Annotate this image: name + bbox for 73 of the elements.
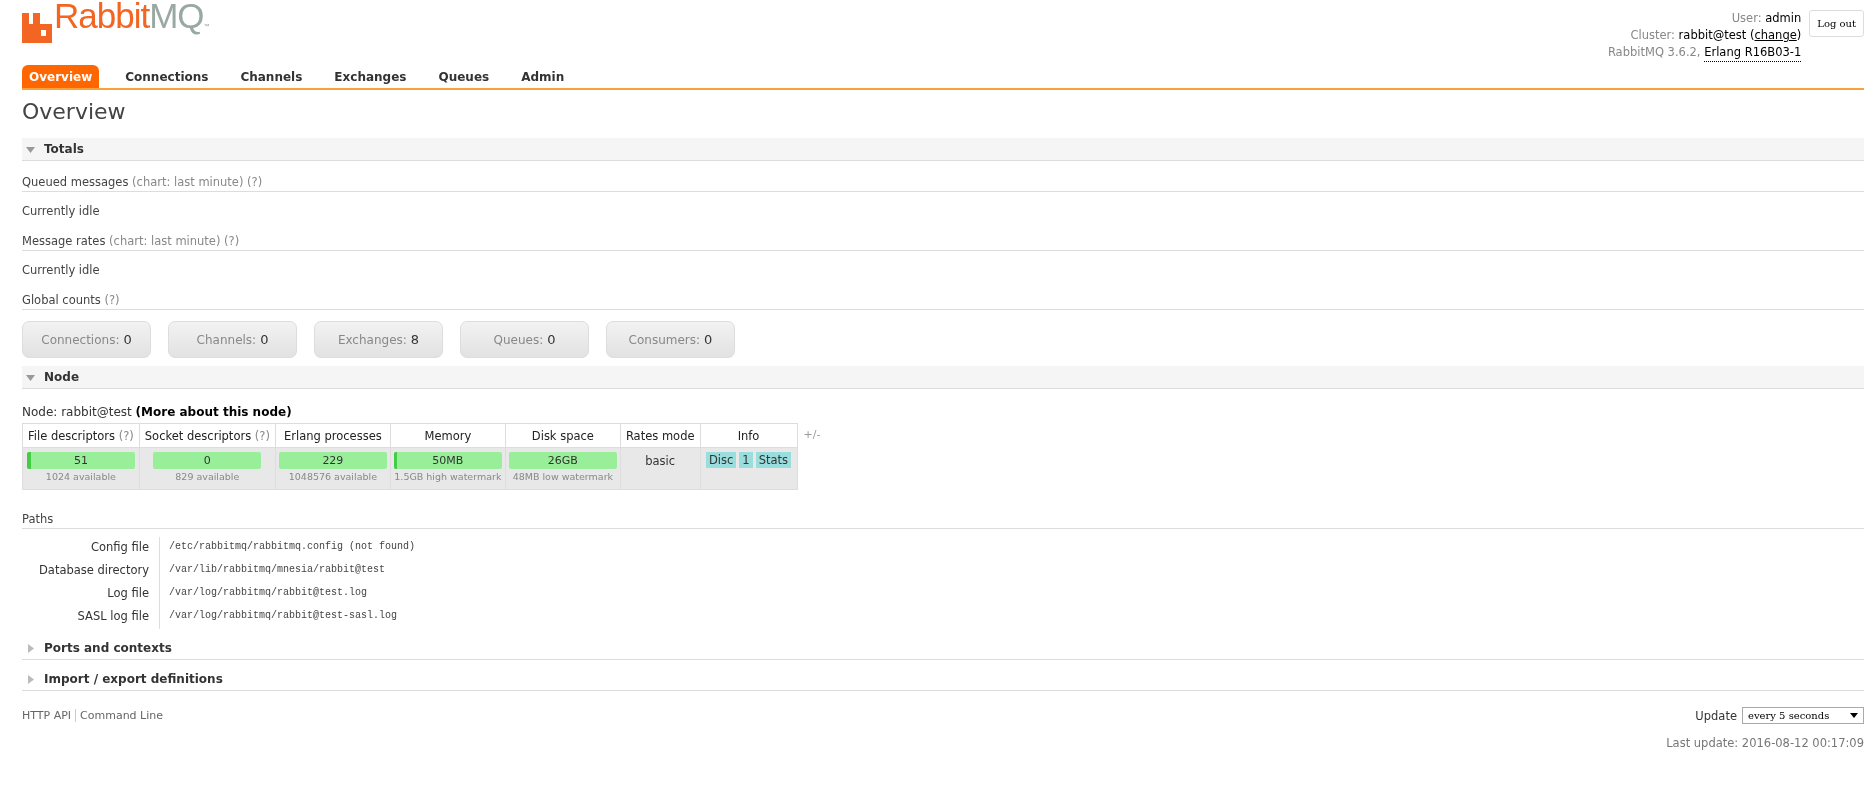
subsection-title: Paths xyxy=(22,498,1864,529)
column-header: Erlang processes xyxy=(275,423,391,448)
dropdown-icon xyxy=(1850,713,1858,718)
footer-link[interactable]: Command Line xyxy=(75,709,168,722)
section-header[interactable]: Ports and contexts xyxy=(22,637,1864,660)
expand-icon xyxy=(26,643,35,653)
meter-caption: 829 available xyxy=(174,471,241,482)
nav-tab[interactable]: Admin xyxy=(515,65,571,88)
user-info: User: admin xyxy=(1730,10,1802,27)
cluster-info: Cluster: rabbit@test ( xyxy=(1630,27,1755,44)
subsection-title: Global counts xyxy=(22,293,101,307)
subsection-title: Message rates (chart: last minute) xyxy=(22,234,221,248)
usage-bar: 0 xyxy=(153,452,262,469)
count-tile[interactable]: Consumers: 0 xyxy=(606,321,735,358)
info-tag: Stats xyxy=(755,452,792,468)
update-select[interactable]: every 5 seconds xyxy=(1742,707,1864,724)
column-header: Memory xyxy=(390,423,506,448)
nav-tab[interactable]: Exchanges xyxy=(328,65,413,88)
count-tile[interactable]: Queues: 0 xyxy=(460,321,589,358)
meter-caption: 1024 available xyxy=(44,471,117,482)
usage-bar: 51 xyxy=(26,452,135,469)
node-details-link[interactable]: (More about this node) xyxy=(135,405,292,419)
path-value: /etc/rabbitmq/rabbitmq.config (not found) xyxy=(168,540,417,554)
help-link[interactable]: (?) xyxy=(247,175,263,189)
path-value: /var/lib/rabbitmq/mnesia/rabbit@test xyxy=(168,563,387,577)
meter-caption: 48MB low watermark xyxy=(511,471,615,482)
info-tag: 1 xyxy=(739,452,753,468)
logout-button[interactable]: Log out xyxy=(1809,10,1864,37)
count-tile[interactable]: Connections: 0 xyxy=(22,321,151,358)
column-header: Disk space xyxy=(505,423,621,448)
footer-link[interactable]: HTTP API xyxy=(22,709,76,722)
expand-icon xyxy=(26,674,35,684)
info-tag: Disc xyxy=(706,452,737,468)
count-tile[interactable]: Channels: 0 xyxy=(168,321,297,358)
expand-icon xyxy=(26,372,35,382)
update-label: Update xyxy=(1695,708,1737,723)
usage-bar: 229 xyxy=(278,452,387,469)
page-title: Overview xyxy=(22,98,127,126)
path-label: Config file xyxy=(22,537,160,560)
path-label: Log file xyxy=(22,583,160,606)
meter-caption: 1.5GB high watermark xyxy=(393,471,502,482)
status-text: Currently idle xyxy=(22,262,101,279)
version-text: RabbitMQ 3.6.2, xyxy=(1607,44,1701,61)
expand-icon xyxy=(26,144,35,154)
path-label: Database directory xyxy=(22,560,160,583)
path-label: SASL log file xyxy=(22,606,160,629)
table-cell: basic xyxy=(620,447,700,490)
paren-text: ) xyxy=(1796,27,1802,44)
column-header: Rates mode xyxy=(620,423,700,448)
path-value: /var/log/rabbitmq/rabbit@test-sasl.log xyxy=(168,609,399,623)
nav-tab[interactable]: Channels xyxy=(234,65,309,88)
section-header[interactable]: Totals xyxy=(22,138,1864,161)
path-value: /var/log/rabbitmq/rabbit@test.log xyxy=(168,586,369,600)
usage-bar: 26GB xyxy=(508,452,617,469)
count-tile[interactable]: Exchanges: 8 xyxy=(314,321,443,358)
section-header[interactable]: Node xyxy=(22,366,1864,389)
nav-tab[interactable]: Connections xyxy=(119,65,215,88)
change-link[interactable]: change xyxy=(1754,27,1797,44)
column-header: File descriptors (?) xyxy=(22,423,140,448)
node-name: Node: rabbit@test xyxy=(22,405,132,419)
meter-caption: 1048576 available xyxy=(287,471,378,482)
section-header[interactable]: Import / export definitions xyxy=(22,668,1864,691)
status-text: Currently idle xyxy=(22,203,101,220)
usage-bar: 50MB xyxy=(393,452,502,469)
nav-tab[interactable]: Queues xyxy=(432,65,496,88)
column-header: Info xyxy=(700,423,797,448)
rabbit-logo-icon xyxy=(22,13,52,43)
subsection-title: Queued messages (chart: last minute) xyxy=(22,175,244,189)
column-header: Socket descriptors (?) xyxy=(139,423,276,448)
help-link[interactable]: (?) xyxy=(224,234,240,248)
erlang-version: Erlang R16B03-1 xyxy=(1704,44,1802,62)
last-update-text: Last update: 2016-08-12 00:17:09 xyxy=(1665,736,1864,750)
help-link[interactable]: (?) xyxy=(104,293,120,307)
